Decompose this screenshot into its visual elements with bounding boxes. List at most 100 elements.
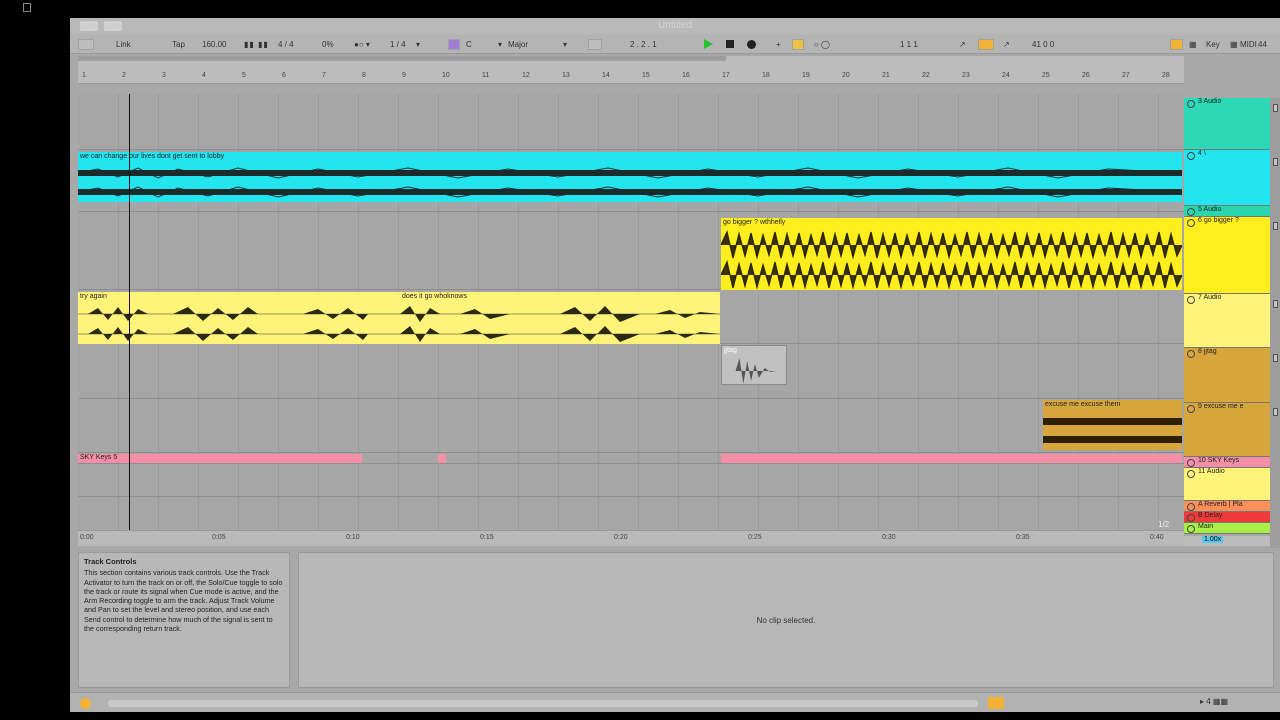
track-name[interactable]: A Reverb | Pla <box>1198 501 1243 508</box>
track-header[interactable]: 5 Audio <box>1184 206 1270 217</box>
loop-switch[interactable]: ○ ◯ <box>814 39 830 50</box>
key-chevron-icon[interactable]: ▾ <box>498 39 502 50</box>
time-signature-field[interactable]: 4 / 4 <box>278 39 294 50</box>
track-header[interactable]: 7 Audio <box>1184 294 1270 348</box>
time-ruler[interactable]: 0:00 0:05 0:10 0:15 0:20 0:25 0:30 0:35 … <box>78 530 1184 546</box>
tap-button[interactable]: Tap <box>172 39 185 50</box>
track-header[interactable]: 3 Audio <box>1184 98 1270 150</box>
track-activator-toggle[interactable] <box>1273 300 1278 308</box>
zoom-value[interactable]: 1.00x <box>1202 536 1224 543</box>
track-name[interactable]: 8 jjtag <box>1198 348 1217 355</box>
status-scrollbar[interactable] <box>108 700 978 707</box>
quantization-field[interactable]: 1 / 4 <box>390 39 406 50</box>
fold-chevron-icon[interactable] <box>1187 219 1195 227</box>
track-name[interactable]: 4 \ <box>1198 150 1206 157</box>
zoom-field[interactable]: 1.00x <box>1184 536 1270 546</box>
punch-out-icon[interactable]: ↗ <box>1003 39 1010 50</box>
key-map-button[interactable]: Key <box>1206 39 1220 50</box>
fold-chevron-icon[interactable] <box>1187 152 1195 160</box>
song-position-field[interactable]: 2 . 2 . 1 <box>630 39 657 50</box>
midi-clip[interactable] <box>438 454 446 463</box>
metronome-icon[interactable]: ●○ ▾ <box>354 39 370 50</box>
track-header[interactable]: 11 Audio <box>1184 468 1270 501</box>
scale-select[interactable]: Major <box>508 39 528 50</box>
audio-clip[interactable]: does it go whoknows <box>400 292 720 344</box>
audio-clip[interactable]: excuse me excuse them <box>1043 400 1182 450</box>
track-name[interactable]: 11 Audio <box>1198 468 1225 475</box>
midi-clip[interactable] <box>721 454 1182 463</box>
key-select[interactable]: C <box>466 39 472 50</box>
fold-chevron-icon[interactable] <box>1187 525 1195 533</box>
track-activator-toggle[interactable] <box>1273 158 1278 166</box>
arrangement-ruler[interactable]: 1 2 3 4 5 6 7 8 9 10 11 12 13 14 15 16 1… <box>78 56 1184 84</box>
track-header[interactable]: 6 go bigger ? <box>1184 217 1270 294</box>
scale-mode-button[interactable] <box>448 39 460 50</box>
main-track-header[interactable]: Main <box>1184 523 1270 534</box>
midi-map-icon[interactable]: ▦ <box>1189 39 1197 50</box>
track-activator-toggle[interactable] <box>1273 408 1278 416</box>
info-toggle-icon[interactable] <box>80 698 91 709</box>
track-header[interactable]: 10 SKY Keys <box>1184 457 1270 468</box>
track-lane[interactable] <box>78 464 1184 497</box>
track-name[interactable]: Main <box>1198 523 1213 530</box>
apple-menu-icon[interactable]:  <box>22 0 38 15</box>
link-button[interactable]: Link <box>116 39 131 50</box>
track-name[interactable]: 3 Audio <box>1198 98 1221 105</box>
track-name[interactable]: 5 Audio <box>1198 206 1221 213</box>
fold-chevron-icon[interactable] <box>1187 459 1195 467</box>
draw-mode-button[interactable] <box>1170 39 1183 50</box>
track-activator-toggle[interactable] <box>1273 104 1278 112</box>
loop-button[interactable] <box>978 39 994 50</box>
track-header[interactable]: 4 \ <box>1184 150 1270 206</box>
tempo-field[interactable]: 160.00 <box>202 39 226 50</box>
playhead[interactable] <box>129 94 130 530</box>
fold-chevron-icon[interactable] <box>1187 405 1195 413</box>
fold-chevron-icon[interactable] <box>1187 470 1195 478</box>
track-name[interactable]: B Delay <box>1198 512 1223 519</box>
groove-amount-field[interactable]: 0% <box>322 39 334 50</box>
play-button[interactable] <box>704 39 713 49</box>
fold-chevron-icon[interactable] <box>1187 514 1195 522</box>
nudge-buttons[interactable]: ▮▮ ▮▮ <box>244 39 269 50</box>
ext-sync-button[interactable] <box>78 39 94 50</box>
record-button[interactable] <box>747 40 756 49</box>
return-track-header[interactable]: A Reverb | Pla <box>1184 501 1270 512</box>
scale-chevron-icon[interactable]: ▾ <box>563 39 567 50</box>
track-name[interactable]: 6 go bigger ? <box>1198 217 1239 224</box>
track-header[interactable]: 9 excuse me e <box>1184 403 1270 457</box>
fold-chevron-icon[interactable] <box>1187 100 1195 108</box>
arrangement-view[interactable]: we can change our lives dont get sent to… <box>78 94 1184 530</box>
overdub-button[interactable]: + <box>776 39 781 50</box>
loop-brace[interactable] <box>78 56 726 61</box>
track-name[interactable]: 7 Audio <box>1198 294 1221 301</box>
loop-start-field[interactable]: 1 1 1 <box>900 39 918 50</box>
fold-chevron-icon[interactable] <box>1187 350 1195 358</box>
audio-clip[interactable]: go bigger ? wthhelly <box>721 218 1182 290</box>
track-lane[interactable] <box>78 399 1184 453</box>
view-toggle-icon[interactable]: ▸ 4 ▦▦ <box>1200 697 1228 706</box>
quantization-chevron-icon[interactable]: ▾ <box>416 39 420 50</box>
track-activator-toggle[interactable] <box>1273 222 1278 230</box>
track-lane[interactable] <box>78 94 1184 150</box>
fold-chevron-icon[interactable] <box>1187 296 1195 304</box>
computer-midi-icon[interactable]: ▦ <box>1230 39 1238 50</box>
track-header[interactable]: 8 jjtag <box>1184 348 1270 403</box>
audio-clip[interactable]: we can change our lives dont get sent to… <box>78 152 1182 202</box>
fold-chevron-icon[interactable] <box>1187 503 1195 511</box>
midi-clip[interactable]: SKY Keys 5 <box>78 454 362 463</box>
track-lane[interactable] <box>78 344 1184 399</box>
follow-button[interactable] <box>588 39 602 50</box>
return-track-header[interactable]: B Delay <box>1184 512 1270 523</box>
automation-arm-button[interactable] <box>792 39 804 50</box>
track-name[interactable]: 9 excuse me e <box>1198 403 1244 410</box>
track-name[interactable]: 10 SKY Keys <box>1198 457 1239 464</box>
track-activator-toggle[interactable] <box>1273 354 1278 362</box>
loop-length-field[interactable]: 41 0 0 <box>1032 39 1054 50</box>
stop-button[interactable] <box>726 40 734 48</box>
fold-chevron-icon[interactable] <box>1187 208 1195 216</box>
audio-clip[interactable]: try again <box>78 292 400 344</box>
audio-clip[interactable]: jjtag <box>721 345 787 385</box>
punch-in-icon[interactable]: ↗ <box>959 39 966 50</box>
warning-icon[interactable] <box>988 697 1004 709</box>
midi-map-button[interactable]: MIDI <box>1240 39 1257 50</box>
